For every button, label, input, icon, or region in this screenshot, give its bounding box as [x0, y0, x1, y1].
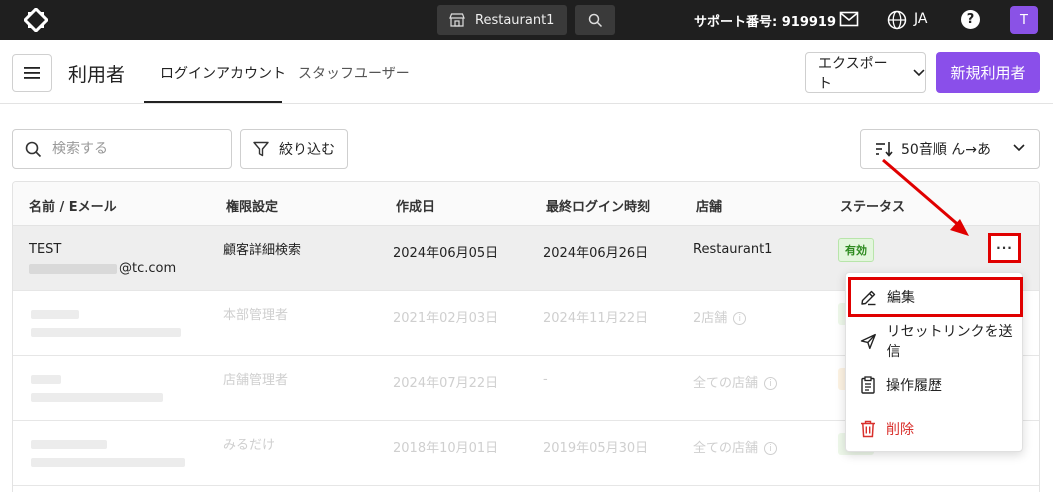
column-header-name: 名前 / Eメール — [29, 200, 117, 215]
store-count-label: 2店舗 — [693, 311, 728, 326]
store-scope: 全ての店舗 i — [693, 437, 778, 456]
export-button[interactable]: エクスポート — [805, 52, 926, 93]
status-badge: 有効 — [838, 238, 874, 262]
tab-login-accounts[interactable]: ログインアカウント — [160, 63, 286, 83]
menu-item-delete[interactable]: 削除 — [846, 407, 1024, 451]
clipboard-icon — [861, 376, 875, 394]
menu-item-label: 操作履歴 — [886, 378, 942, 394]
store-scope-label: 全ての店舗 — [693, 441, 759, 456]
user-role: 本部管理者 — [223, 308, 289, 323]
user-role: 店舗管理者 — [223, 373, 289, 388]
created-date: 2021年02月03日 — [393, 311, 499, 326]
menu-item-send-reset-link[interactable]: リセットリンクを送信 — [846, 319, 1024, 363]
user-email-domain: @tc.com — [119, 261, 177, 276]
user-role: みるだけ — [223, 438, 276, 453]
info-icon[interactable]: i — [764, 377, 778, 390]
redacted-email-part — [29, 263, 117, 274]
app-logo-icon[interactable] — [24, 8, 48, 32]
hamburger-icon — [24, 67, 40, 79]
menu-item-label: 削除 — [886, 422, 914, 438]
top-bar: Restaurant1 サポート番号: 919919 JA ? T — [0, 0, 1053, 40]
redacted-email — [31, 393, 163, 402]
sort-selector[interactable]: 50音順 ん→あ — [860, 129, 1040, 169]
created-date: 2024年06月05日 — [393, 246, 499, 261]
redacted-email — [31, 458, 185, 467]
redacted-name — [31, 375, 61, 384]
user-name: TEST — [29, 242, 62, 257]
language-selector[interactable]: JA — [914, 11, 927, 27]
user-avatar[interactable]: T — [1010, 6, 1038, 34]
store-icon — [449, 13, 465, 27]
page-title: 利用者 — [68, 64, 126, 86]
row-more-button[interactable]: ··· — [988, 233, 1021, 263]
tab-staff-users[interactable]: スタッフユーザー — [298, 63, 410, 83]
chevron-down-icon — [913, 68, 925, 76]
store-scope-label: 全ての店舗 — [693, 376, 759, 391]
menu-item-label: リセットリンクを送信 — [886, 324, 1013, 360]
redacted-name — [31, 440, 107, 449]
column-header-created: 作成日 — [396, 200, 436, 215]
sort-icon — [876, 142, 893, 157]
column-header-last-login: 最終ログイン時刻 — [546, 200, 651, 215]
filter-icon — [253, 141, 269, 157]
store-count: 2店舗 i — [693, 307, 747, 326]
help-icon[interactable]: ? — [961, 10, 980, 29]
created-date: 2024年07月22日 — [393, 376, 499, 391]
info-icon[interactable]: i — [733, 312, 747, 325]
redacted-name — [31, 310, 79, 319]
menu-item-history[interactable]: 操作履歴 — [846, 363, 1024, 407]
filter-button[interactable]: 絞り込む — [240, 129, 348, 169]
last-login-date: 2019年05月30日 — [543, 441, 649, 456]
last-login-date: 2024年06月26日 — [543, 246, 649, 261]
chevron-down-icon — [1013, 144, 1025, 152]
search-input[interactable] — [52, 141, 212, 157]
export-button-label: エクスポート — [818, 55, 888, 92]
support-number: サポート番号: 919919 — [694, 15, 836, 30]
header-divider — [0, 103, 1053, 104]
info-icon[interactable]: i — [764, 442, 778, 455]
column-header-status: ステータス — [840, 200, 906, 215]
menu-button[interactable] — [12, 54, 52, 92]
sort-selector-label: 50音順 ん→あ — [901, 142, 991, 158]
column-header-role: 権限設定 — [226, 200, 279, 215]
mail-icon[interactable] — [839, 11, 859, 27]
trash-icon — [861, 420, 875, 438]
created-date: 2018年10月01日 — [393, 441, 499, 456]
table-header: 名前 / Eメール 権限設定 作成日 最終ログイン時刻 店舗 ステータス — [13, 182, 1039, 226]
filter-button-label: 絞り込む — [279, 142, 335, 158]
store-scope: 全ての店舗 i — [693, 372, 778, 391]
redacted-email — [31, 328, 181, 337]
store-selector-label: Restaurant1 — [475, 12, 555, 28]
store-name: Restaurant1 — [693, 242, 773, 257]
send-icon — [860, 333, 876, 349]
edit-highlight-box — [848, 277, 1023, 317]
search-field[interactable] — [12, 129, 232, 169]
user-email: @tc.com — [29, 261, 176, 276]
last-login-date: - — [543, 372, 548, 387]
user-role: 顧客詳細検索 — [223, 243, 302, 258]
search-icon — [25, 141, 42, 157]
last-login-date: 2024年11月22日 — [543, 311, 649, 326]
new-user-button[interactable]: 新規利用者 — [936, 52, 1040, 93]
globe-icon[interactable] — [887, 10, 907, 30]
search-icon — [588, 13, 602, 27]
column-header-store: 店舗 — [696, 200, 723, 215]
store-selector[interactable]: Restaurant1 — [437, 5, 567, 35]
global-search-button[interactable] — [575, 5, 615, 35]
